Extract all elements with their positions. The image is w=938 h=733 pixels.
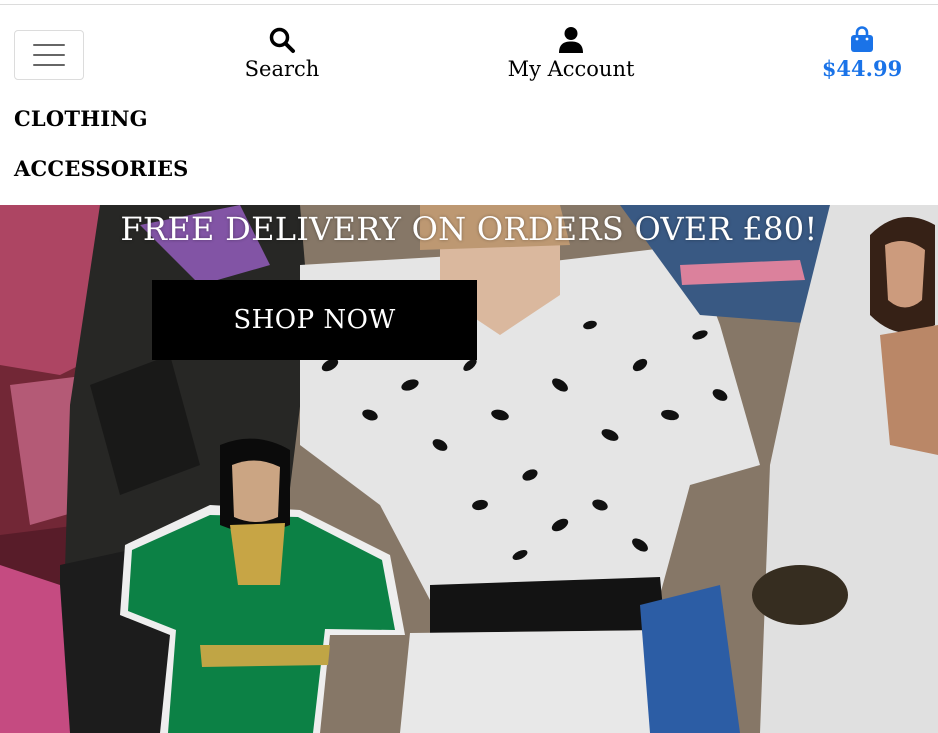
hamburger-icon-bar <box>33 54 65 56</box>
user-icon <box>559 27 583 53</box>
search-link[interactable]: Search <box>232 26 332 82</box>
hamburger-icon-bar <box>33 64 65 66</box>
cart-total: $44.99 <box>821 56 903 81</box>
top-divider <box>0 4 938 5</box>
shopping-bag-icon <box>851 26 873 52</box>
hero-banner: FREE DELIVERY ON ORDERS OVER £80! SHOP N… <box>0 205 938 733</box>
my-account-link[interactable]: My Account <box>500 26 642 82</box>
my-account-label: My Account <box>507 57 635 81</box>
menu-toggle-button[interactable] <box>14 30 84 80</box>
search-icon <box>269 27 295 53</box>
shop-now-button[interactable]: SHOP NOW <box>152 280 477 360</box>
hamburger-icon-bar <box>33 44 65 46</box>
free-delivery-banner: FREE DELIVERY ON ORDERS OVER £80! <box>120 210 818 248</box>
nav-accessories-link[interactable]: ACCESSORIES <box>14 156 189 182</box>
shopping-bag-link[interactable]: $44.99 <box>812 26 912 82</box>
search-label: Search <box>244 57 320 81</box>
nav-clothing-link[interactable]: CLOTHING <box>14 106 148 132</box>
